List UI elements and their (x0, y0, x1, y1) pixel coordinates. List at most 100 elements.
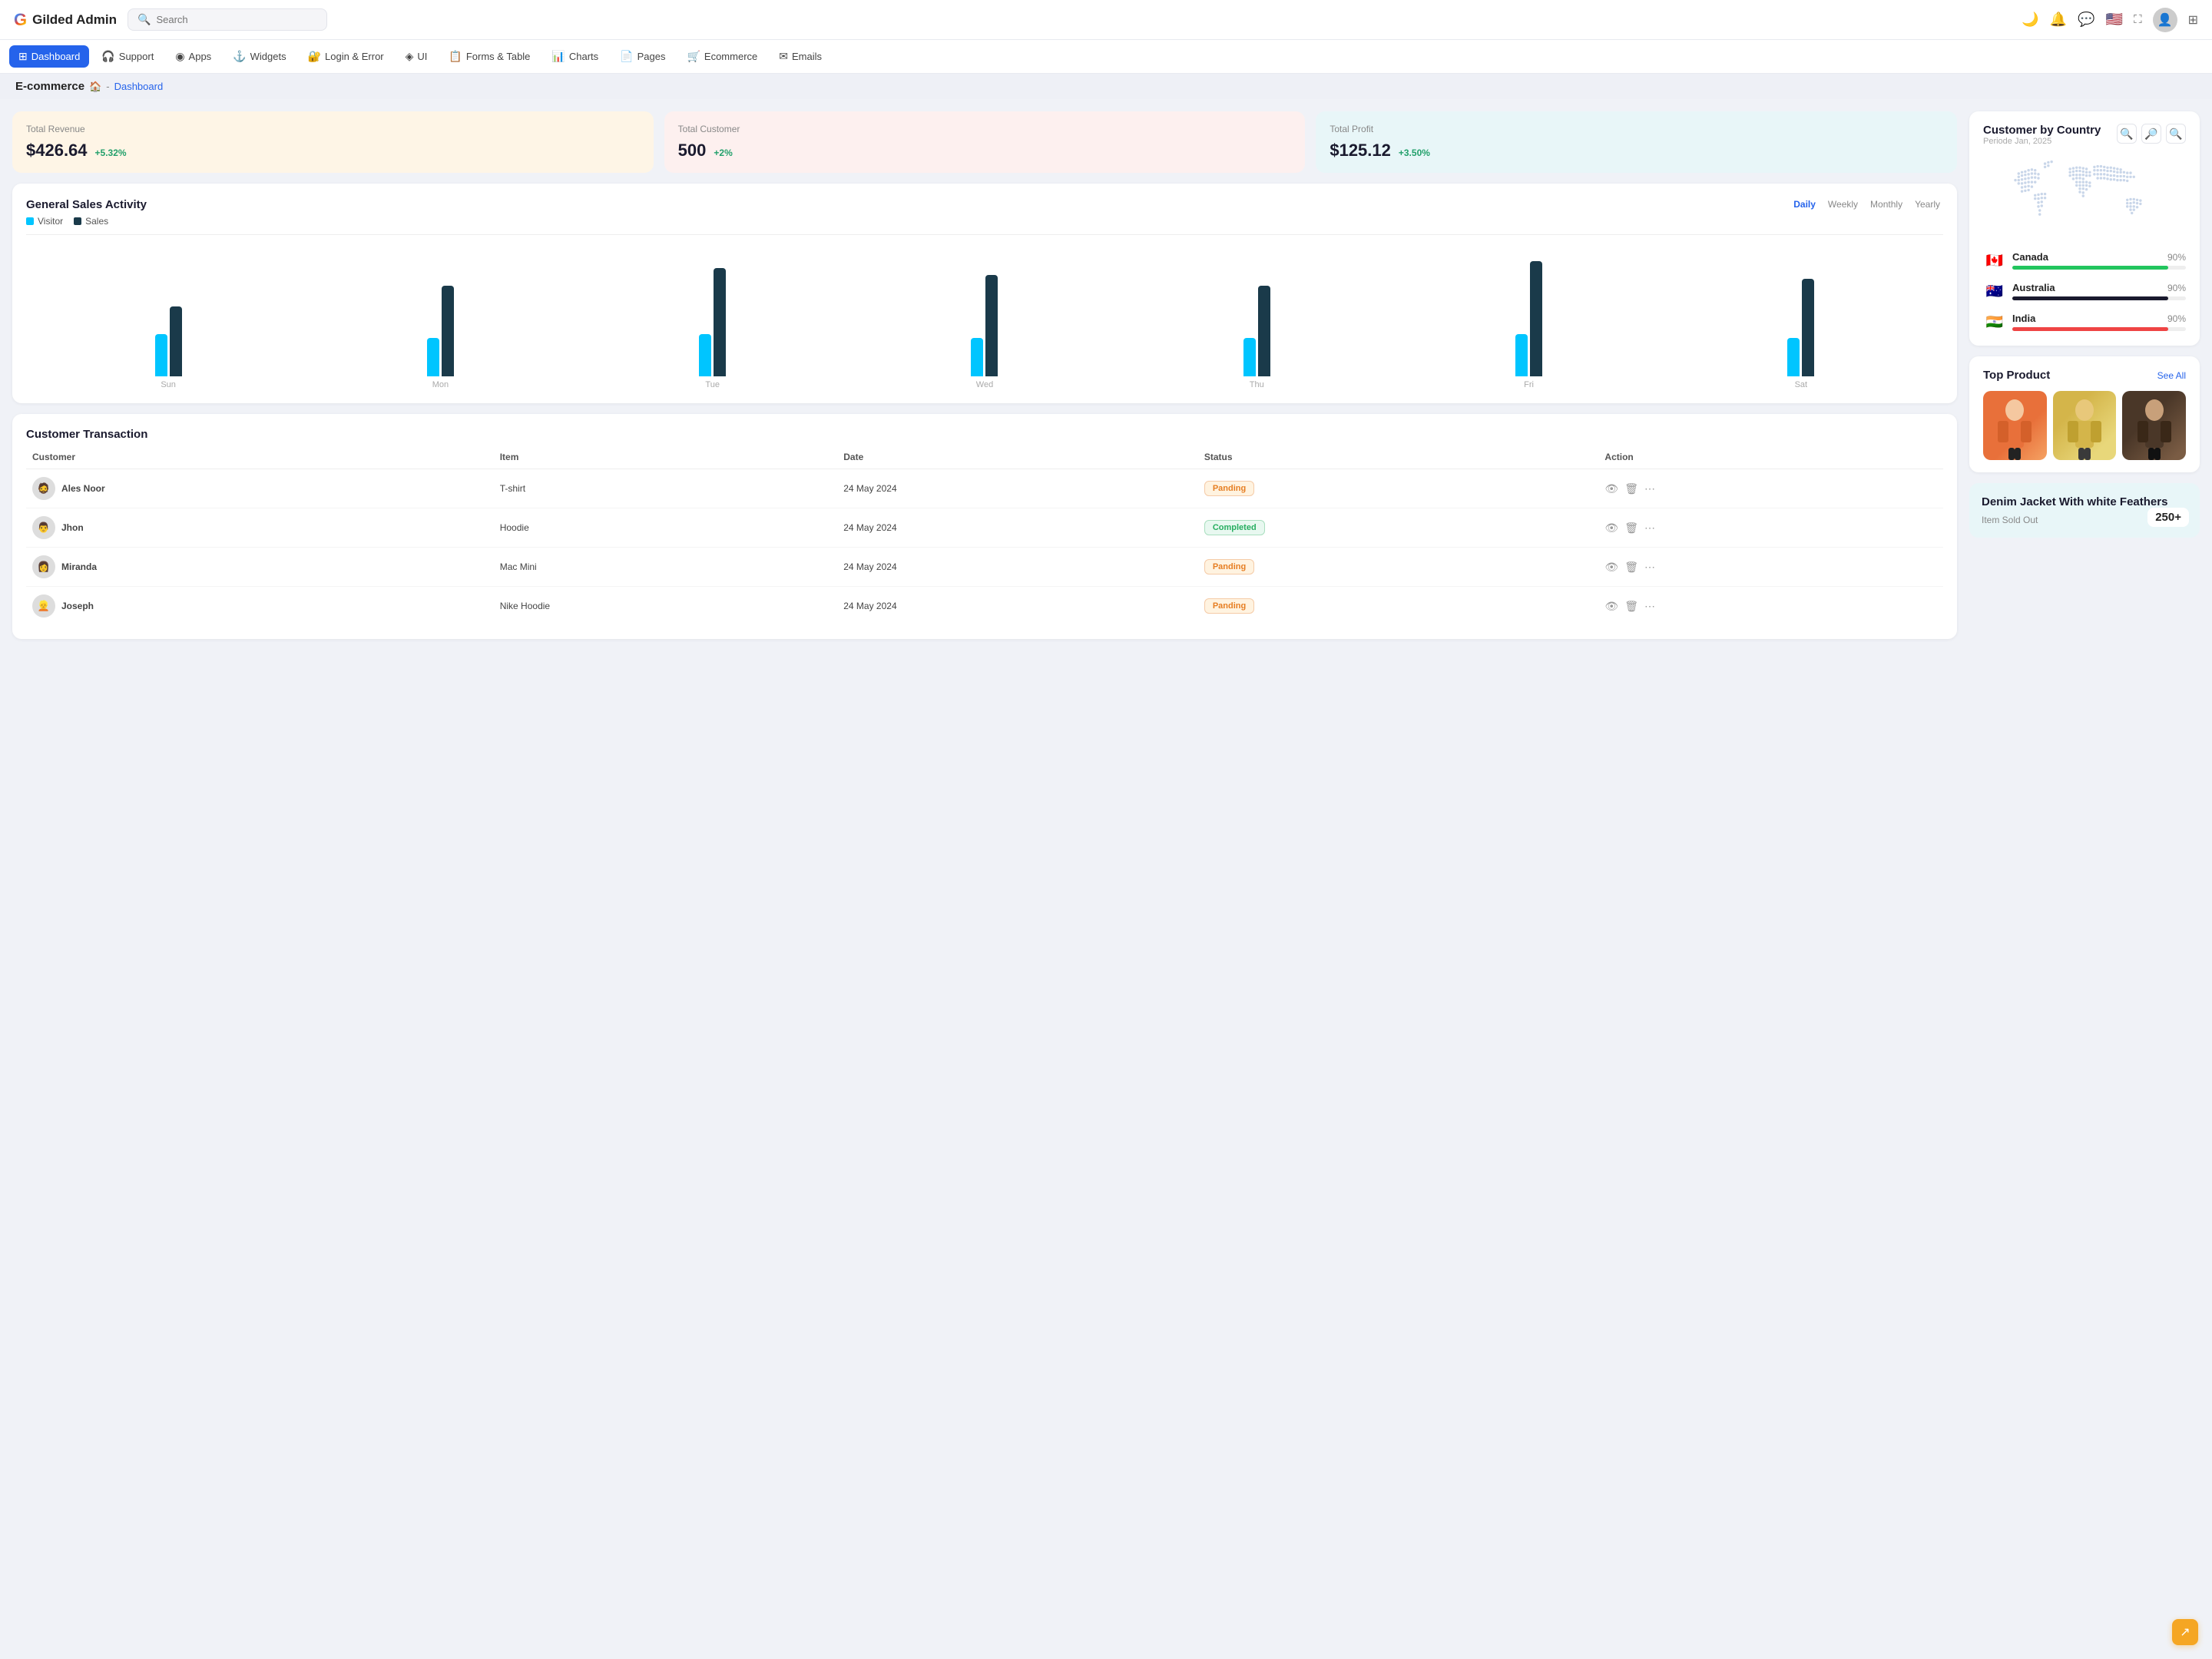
legend-visitor: Visitor (26, 216, 63, 227)
dark-mode-icon[interactable]: 🌙 (2022, 12, 2038, 28)
nav-dashboard-label: Dashboard (31, 51, 81, 62)
nav-ui[interactable]: ◈ UI (396, 45, 437, 68)
product-image-1 (1983, 391, 2047, 460)
left-column: Total Revenue $426.64 +5.32% Total Custo… (12, 111, 1957, 1646)
flag-india: 🇮🇳 (1983, 310, 2006, 333)
nav-pages[interactable]: 📄 Pages (611, 45, 674, 68)
bar-chart (26, 238, 1943, 376)
view-icon-1[interactable]: 👁 (1604, 522, 1618, 535)
view-icon-0[interactable]: 👁 (1604, 482, 1618, 495)
nav-dashboard[interactable]: ⊞ Dashboard (9, 45, 89, 68)
profit-label: Total Profit (1330, 124, 1943, 134)
emails-icon: ✉ (779, 50, 788, 63)
chart-header: General Sales Activity Daily Weekly Mont… (26, 197, 1943, 211)
customers-value: 500 (678, 141, 707, 161)
nav-support-label: Support (119, 51, 154, 62)
nav-login-error[interactable]: 🔐 Login & Error (299, 45, 393, 68)
floating-action-button[interactable]: ↗ (2172, 1619, 2198, 1645)
table-row: 👩 Miranda Mac Mini 24 May 2024 Panding 👁… (26, 548, 1943, 587)
status-cell-0: Panding (1198, 469, 1599, 508)
filter-weekly[interactable]: Weekly (1825, 197, 1861, 211)
bar-group-tue (577, 268, 849, 376)
visitor-bar-tue (699, 334, 711, 376)
product-image-2 (2053, 391, 2117, 460)
country-row-australia: 🇦🇺 Australia 90% (1983, 280, 2186, 303)
date-cell-2: 24 May 2024 (837, 548, 1198, 587)
nav-ui-label: UI (417, 51, 427, 62)
country-info-india: India 90% (2012, 313, 2186, 331)
progress-wrap-australia (2012, 296, 2186, 300)
view-icon-2[interactable]: 👁 (1604, 561, 1618, 574)
customer-cell-3: 👱 Joseph (26, 587, 494, 626)
transactions-table: Customer Item Date Status Action 🧔 Ales … (26, 452, 1943, 625)
avatar[interactable]: 👤 (2153, 8, 2177, 32)
app-name: Gilded Admin (32, 12, 117, 28)
nav-charts[interactable]: 📊 Charts (542, 45, 608, 68)
search-bar[interactable]: 🔍 (127, 8, 327, 31)
breadcrumb-arrow: - (106, 81, 109, 92)
status-cell-1: Completed (1198, 508, 1599, 548)
nav-ecommerce[interactable]: 🛒 Ecommerce (677, 45, 767, 68)
notification-icon[interactable]: 🔔 (2050, 12, 2067, 28)
view-icon-3[interactable]: 👁 (1604, 600, 1618, 613)
language-icon[interactable]: 🇺🇸 (2106, 12, 2123, 28)
bar-label-mon: Mon (304, 380, 576, 389)
progress-fill-australia (2012, 296, 2168, 300)
expand-icon[interactable]: ⛶ (2134, 13, 2142, 26)
profit-card: Total Profit $125.12 +3.50% (1316, 111, 1957, 173)
product-header: Top Product See All (1983, 369, 2186, 382)
filter-daily[interactable]: Daily (1790, 197, 1819, 211)
visitor-bar-thu (1243, 338, 1256, 376)
more-icon-1[interactable]: ⋯ (1644, 522, 1655, 535)
see-all-link[interactable]: See All (2157, 370, 2186, 381)
charts-icon: 📊 (551, 50, 565, 63)
zoom-in-btn[interactable]: 🔍 (2117, 124, 2137, 144)
map-svg (1983, 151, 2186, 243)
search-icon: 🔍 (137, 13, 151, 26)
denim-card: Denim Jacket With white Feathers Item So… (1969, 483, 2200, 538)
sales-label: Sales (85, 216, 108, 227)
nav-forms-label: Forms & Table (466, 51, 531, 62)
more-icon-2[interactable]: ⋯ (1644, 561, 1655, 574)
delete-icon-2[interactable]: 🗑 (1624, 561, 1638, 574)
status-cell-2: Panding (1198, 548, 1599, 587)
country-row-india: 🇮🇳 India 90% (1983, 310, 2186, 333)
revenue-value: $426.64 (26, 141, 88, 161)
customer-cell-0: 🧔 Ales Noor (26, 469, 494, 508)
nav-support[interactable]: 🎧 Support (92, 45, 163, 68)
chat-icon[interactable]: 💬 (2078, 12, 2094, 28)
col-action: Action (1598, 452, 1943, 469)
item-cell-3: Nike Hoodie (494, 587, 838, 626)
country-list: 🇨🇦 Canada 90% 🇦🇺 Australia 90% 🇮🇳 (1983, 249, 2186, 333)
filter-monthly[interactable]: Monthly (1867, 197, 1906, 211)
chart-legend: Visitor Sales (26, 216, 1943, 227)
nav-forms-table[interactable]: 📋 Forms & Table (439, 45, 539, 68)
delete-icon-0[interactable]: 🗑 (1624, 482, 1638, 495)
nav-emails[interactable]: ✉ Emails (770, 45, 831, 68)
sales-dot (74, 217, 81, 225)
revenue-card: Total Revenue $426.64 +5.32% (12, 111, 654, 173)
bar-label-fri: Fri (1392, 380, 1664, 389)
delete-icon-1[interactable]: 🗑 (1624, 522, 1638, 535)
breadcrumb-link[interactable]: Dashboard (114, 81, 164, 92)
action-cell-3: 👁 🗑 ⋯ (1598, 587, 1943, 626)
search-input[interactable] (156, 14, 294, 25)
date-cell-3: 24 May 2024 (837, 587, 1198, 626)
date-cell-0: 24 May 2024 (837, 469, 1198, 508)
more-icon-3[interactable]: ⋯ (1644, 600, 1655, 613)
zoom-fit-btn[interactable]: 🔎 (2141, 124, 2161, 144)
bar-label-sat: Sat (1665, 380, 1937, 389)
nav-widgets[interactable]: ⚓ Widgets (224, 45, 295, 68)
visitor-bar-sun (155, 334, 167, 376)
grid-icon[interactable]: ⊞ (2188, 12, 2198, 28)
country-card: Customer by Country Periode Jan, 2025 🔍 … (1969, 111, 2200, 346)
country-info-australia: Australia 90% (2012, 282, 2186, 300)
progress-wrap-india (2012, 327, 2186, 331)
zoom-out-btn[interactable]: 🔍 (2166, 124, 2186, 144)
more-icon-0[interactable]: ⋯ (1644, 482, 1655, 495)
delete-icon-3[interactable]: 🗑 (1624, 600, 1638, 613)
nav-apps[interactable]: ◉ Apps (166, 45, 220, 68)
filter-yearly[interactable]: Yearly (1912, 197, 1943, 211)
customer-name-1: Jhon (61, 522, 84, 533)
customer-avatar-2: 👩 (32, 555, 55, 578)
